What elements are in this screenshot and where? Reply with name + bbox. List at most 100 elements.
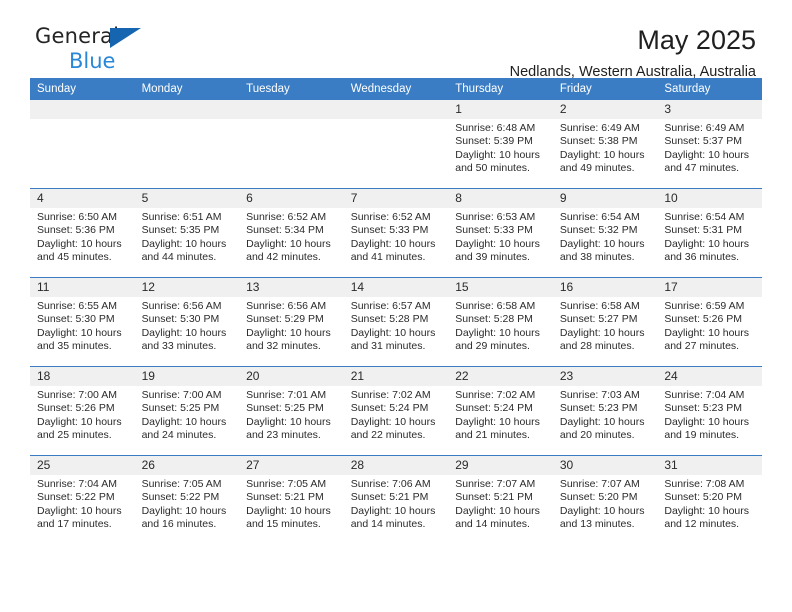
sunset-text: Sunset: 5:24 PM bbox=[350, 402, 429, 415]
calendar-day-cell[interactable]: 31 Sunrise: 7:08 AM Sunset: 5:20 PM Dayligh… bbox=[657, 455, 762, 544]
day-number: 18 bbox=[30, 367, 135, 386]
sunset-text: Sunset: 5:35 PM bbox=[141, 224, 220, 237]
calendar-day-cell[interactable]: 21 Sunrise: 7:02 AM Sunset: 5:24 PM Dayligh… bbox=[343, 366, 449, 456]
day-number: 5 bbox=[134, 189, 240, 208]
sunrise-text: Sunrise: 7:04 AM bbox=[664, 389, 745, 401]
sunset-text: Sunset: 5:23 PM bbox=[559, 402, 638, 415]
day-details: Sunrise: 7:01 AM Sunset: 5:25 PM Daylight:… bbox=[239, 386, 344, 443]
calendar-day-cell[interactable]: 8 Sunrise: 6:53 AM Sunset: 5:33 PM Daylight… bbox=[448, 188, 553, 278]
day-details: Sunrise: 6:57 AM Sunset: 5:28 PM Daylight:… bbox=[344, 297, 449, 354]
calendar-day-cell[interactable]: 6 Sunrise: 6:52 AM Sunset: 5:34 PM Daylight… bbox=[239, 188, 344, 278]
day-number: 16 bbox=[552, 278, 658, 297]
calendar-day-cell[interactable]: 26 Sunrise: 7:05 AM Sunset: 5:22 PM Dayligh… bbox=[134, 455, 240, 544]
sunset-text: Sunset: 5:34 PM bbox=[246, 224, 324, 237]
calendar-day-cell[interactable]: 7 Sunrise: 6:52 AM Sunset: 5:33 PM Daylight… bbox=[343, 188, 449, 278]
sunrise-text: Sunrise: 6:55 AM bbox=[37, 300, 117, 312]
calendar-day-cell[interactable]: 27 Sunrise: 7:05 AM Sunset: 5:21 PM Dayligh… bbox=[239, 455, 344, 544]
calendar-day-cell[interactable]: 30 Sunrise: 7:07 AM Sunset: 5:20 PM Dayligh… bbox=[552, 455, 658, 544]
daylight-text: Daylight: 10 hours and 14 minutes. bbox=[350, 504, 436, 531]
calendar-day-cell[interactable]: 17 Sunrise: 6:59 AM Sunset: 5:26 PM Dayligh… bbox=[657, 277, 762, 367]
daylight-text: Daylight: 10 hours and 35 minutes. bbox=[37, 326, 122, 353]
sunset-text: Sunset: 5:25 PM bbox=[246, 402, 324, 415]
day-details: Sunrise: 6:54 AM Sunset: 5:32 PM Daylight:… bbox=[553, 208, 658, 265]
sunrise-text: Sunrise: 6:51 AM bbox=[141, 211, 222, 223]
sunrise-text: Sunrise: 6:56 AM bbox=[246, 300, 327, 312]
logo-top-row: General bbox=[35, 26, 141, 50]
day-details: Sunrise: 7:08 AM Sunset: 5:20 PM Daylight:… bbox=[657, 475, 762, 532]
daylight-text: Daylight: 10 hours and 17 minutes. bbox=[37, 504, 122, 531]
calendar-day-cell[interactable]: 1 Sunrise: 6:48 AM Sunset: 5:39 PM Daylight… bbox=[448, 100, 553, 189]
sunrise-text: Sunrise: 6:52 AM bbox=[350, 211, 431, 223]
day-number: 27 bbox=[239, 456, 344, 475]
day-number: 2 bbox=[552, 100, 658, 119]
sunrise-text: Sunrise: 6:49 AM bbox=[559, 122, 640, 134]
daylight-text: Daylight: 10 hours and 15 minutes. bbox=[246, 504, 331, 531]
sunset-text: Sunset: 5:32 PM bbox=[559, 224, 638, 237]
day-number bbox=[343, 100, 449, 119]
sunrise-text: Sunrise: 7:00 AM bbox=[37, 389, 117, 401]
sunset-text: Sunset: 5:20 PM bbox=[664, 491, 743, 504]
calendar-day-cell[interactable]: 20 Sunrise: 7:01 AM Sunset: 5:25 PM Dayligh… bbox=[239, 366, 344, 456]
sunrise-text: Sunrise: 7:04 AM bbox=[37, 478, 117, 490]
sunrise-text: Sunrise: 7:06 AM bbox=[350, 478, 431, 490]
day-details: Sunrise: 7:06 AM Sunset: 5:21 PM Daylight:… bbox=[344, 475, 449, 532]
day-details: Sunrise: 7:00 AM Sunset: 5:25 PM Daylight:… bbox=[135, 386, 240, 443]
calendar-day-cell[interactable]: 11 Sunrise: 6:55 AM Sunset: 5:30 PM Dayligh… bbox=[30, 277, 135, 367]
calendar-day-cell[interactable]: 5 Sunrise: 6:51 AM Sunset: 5:35 PM Daylight… bbox=[134, 188, 240, 278]
daylight-text: Daylight: 10 hours and 20 minutes. bbox=[559, 415, 645, 442]
calendar-day-cell[interactable]: 28 Sunrise: 7:06 AM Sunset: 5:21 PM Dayligh… bbox=[343, 455, 449, 544]
day-details: Sunrise: 6:56 AM Sunset: 5:30 PM Daylight:… bbox=[135, 297, 240, 354]
sunset-text: Sunset: 5:30 PM bbox=[141, 313, 220, 326]
calendar-day-cell[interactable]: 4 Sunrise: 6:50 AM Sunset: 5:36 PM Daylight… bbox=[30, 188, 135, 278]
daylight-text: Daylight: 10 hours and 41 minutes. bbox=[350, 237, 436, 264]
day-number: 19 bbox=[134, 367, 240, 386]
sunrise-text: Sunrise: 6:58 AM bbox=[559, 300, 640, 312]
calendar-day-cell-empty bbox=[343, 100, 449, 189]
page-header: General Blue May 2025 Nedlands, Western … bbox=[30, 0, 762, 81]
calendar-day-cell[interactable]: 3 Sunrise: 6:49 AM Sunset: 5:37 PM Daylight… bbox=[657, 100, 762, 189]
sunrise-text: Sunrise: 6:59 AM bbox=[664, 300, 745, 312]
calendar-day-cell[interactable]: 14 Sunrise: 6:57 AM Sunset: 5:28 PM Dayligh… bbox=[343, 277, 449, 367]
calendar-week-row: 25 Sunrise: 7:04 AM Sunset: 5:22 PM Dayligh… bbox=[30, 455, 762, 544]
day-details: Sunrise: 6:58 AM Sunset: 5:27 PM Daylight:… bbox=[553, 297, 658, 354]
calendar-day-cell[interactable]: 16 Sunrise: 6:58 AM Sunset: 5:27 PM Dayligh… bbox=[552, 277, 658, 367]
calendar-day-cell[interactable]: 13 Sunrise: 6:56 AM Sunset: 5:29 PM Dayligh… bbox=[239, 277, 344, 367]
calendar-day-cell[interactable]: 23 Sunrise: 7:03 AM Sunset: 5:23 PM Dayligh… bbox=[552, 366, 658, 456]
daylight-text: Daylight: 10 hours and 27 minutes. bbox=[664, 326, 750, 353]
title-block: May 2025 Nedlands, Western Australia, Au… bbox=[510, 26, 762, 81]
day-number: 31 bbox=[657, 456, 762, 475]
calendar-day-cell[interactable]: 19 Sunrise: 7:00 AM Sunset: 5:25 PM Dayligh… bbox=[134, 366, 240, 456]
calendar-day-cell[interactable]: 29 Sunrise: 7:07 AM Sunset: 5:21 PM Dayligh… bbox=[448, 455, 553, 544]
sunrise-text: Sunrise: 7:02 AM bbox=[455, 389, 536, 401]
calendar-day-cell-empty bbox=[239, 100, 344, 189]
sunset-text: Sunset: 5:33 PM bbox=[350, 224, 429, 237]
calendar-body: 1 Sunrise: 6:48 AM Sunset: 5:39 PM Daylight… bbox=[30, 100, 762, 544]
calendar-day-cell[interactable]: 10 Sunrise: 6:54 AM Sunset: 5:31 PM Dayligh… bbox=[657, 188, 762, 278]
weekday-header-tuesday: Tuesday bbox=[239, 78, 344, 100]
daylight-text: Daylight: 10 hours and 23 minutes. bbox=[246, 415, 331, 442]
calendar-page: General Blue May 2025 Nedlands, Western … bbox=[0, 0, 792, 612]
calendar-day-cell[interactable]: 15 Sunrise: 6:58 AM Sunset: 5:28 PM Dayligh… bbox=[448, 277, 553, 367]
day-number: 30 bbox=[552, 456, 658, 475]
calendar-week-row: 18 Sunrise: 7:00 AM Sunset: 5:26 PM Dayligh… bbox=[30, 366, 762, 456]
weekday-header-monday: Monday bbox=[134, 78, 240, 100]
calendar-day-cell[interactable]: 18 Sunrise: 7:00 AM Sunset: 5:26 PM Dayligh… bbox=[30, 366, 135, 456]
day-details: Sunrise: 7:02 AM Sunset: 5:24 PM Daylight:… bbox=[344, 386, 449, 443]
day-details: Sunrise: 6:49 AM Sunset: 5:38 PM Daylight:… bbox=[553, 119, 658, 176]
calendar-day-cell[interactable]: 2 Sunrise: 6:49 AM Sunset: 5:38 PM Daylight… bbox=[552, 100, 658, 189]
weekday-header-wednesday: Wednesday bbox=[343, 78, 449, 100]
daylight-text: Daylight: 10 hours and 47 minutes. bbox=[664, 148, 750, 175]
sunset-text: Sunset: 5:26 PM bbox=[37, 402, 115, 415]
sunrise-text: Sunrise: 7:05 AM bbox=[141, 478, 222, 490]
calendar-day-cell[interactable]: 12 Sunrise: 6:56 AM Sunset: 5:30 PM Dayligh… bbox=[134, 277, 240, 367]
calendar-day-cell[interactable]: 9 Sunrise: 6:54 AM Sunset: 5:32 PM Daylight… bbox=[552, 188, 658, 278]
calendar-day-cell[interactable]: 22 Sunrise: 7:02 AM Sunset: 5:24 PM Dayligh… bbox=[448, 366, 553, 456]
sunrise-text: Sunrise: 6:50 AM bbox=[37, 211, 117, 223]
calendar-day-cell[interactable]: 25 Sunrise: 7:04 AM Sunset: 5:22 PM Dayligh… bbox=[30, 455, 135, 544]
general-blue-logo[interactable]: General Blue bbox=[30, 26, 141, 72]
day-number: 4 bbox=[30, 189, 135, 208]
weekday-header-thursday: Thursday bbox=[448, 78, 553, 100]
calendar-day-cell[interactable]: 24 Sunrise: 7:04 AM Sunset: 5:23 PM Dayligh… bbox=[657, 366, 762, 456]
calendar-day-cell-empty bbox=[134, 100, 240, 189]
daylight-text: Daylight: 10 hours and 21 minutes. bbox=[455, 415, 540, 442]
